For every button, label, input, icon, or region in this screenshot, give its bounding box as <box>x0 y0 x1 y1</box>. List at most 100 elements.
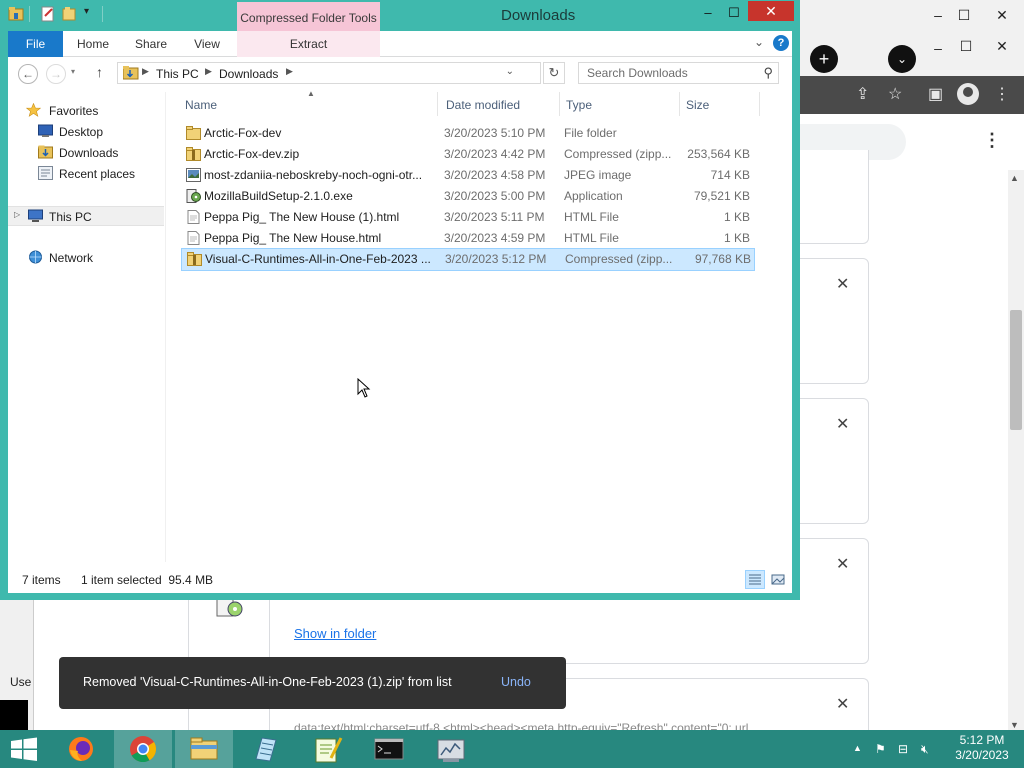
back-button[interactable]: ← <box>18 64 38 84</box>
inner-maximize-button[interactable]: ☐ <box>952 35 980 57</box>
side-panel-icon[interactable]: ▣ <box>928 84 943 104</box>
navigation-bar: ← → ▾ ↑ ▶ This PC ▶ Downloads ▶ ⌄ ↻ ⚲ <box>8 58 792 90</box>
file-row[interactable]: MozillaBuildSetup-2.1.0.exe 3/20/2023 5:… <box>181 186 755 207</box>
notepad-icon <box>255 737 277 762</box>
nav-network[interactable]: Network <box>8 248 164 268</box>
taskbar-notepad[interactable] <box>236 730 294 768</box>
nav-downloads[interactable]: Downloads <box>8 143 164 163</box>
properties-icon[interactable] <box>40 6 56 22</box>
volume-muted-icon[interactable]: 🔇︎ <box>921 742 929 757</box>
explorer-body: File Home Share View Extract ⌄ ? ← → ▾ ↑… <box>8 31 792 593</box>
scroll-up-arrow-icon[interactable]: ▲ <box>1010 173 1019 183</box>
file-row[interactable]: most-zdaniia-neboskreby-noch-ogni-otr...… <box>181 165 755 186</box>
remove-download-icon[interactable]: ✕ <box>836 694 849 714</box>
image-file-icon <box>186 168 201 182</box>
column-date-modified[interactable]: Date modified <box>446 98 520 112</box>
system-clock[interactable]: 5:12 PM 3/20/2023 <box>951 733 1013 763</box>
taskbar-server-manager[interactable] <box>422 730 480 768</box>
refresh-icon[interactable]: ↻ <box>543 62 565 84</box>
nav-favorites[interactable]: Favorites <box>8 101 164 121</box>
network-tray-icon[interactable]: ⊟ <box>898 742 908 756</box>
search-input[interactable] <box>579 63 754 83</box>
file-date: 3/20/2023 4:42 PM <box>444 147 546 161</box>
breadcrumb-this-pc[interactable]: This PC <box>156 67 199 81</box>
forward-button[interactable]: → <box>46 64 66 84</box>
background-window-text: Use <box>10 675 32 689</box>
undo-button[interactable]: Undo <box>501 675 531 689</box>
column-size[interactable]: Size <box>686 98 709 112</box>
file-row[interactable]: Peppa Pig_ The New House.html 3/20/2023 … <box>181 228 755 249</box>
expand-arrow-icon[interactable]: ▷ <box>14 210 20 219</box>
chrome-close-button[interactable]: ✕ <box>988 4 1016 26</box>
nav-this-pc[interactable]: ▷ This PC <box>8 206 164 226</box>
show-hidden-icons-icon[interactable]: ▲ <box>853 743 862 753</box>
tab-extract[interactable]: Extract <box>237 31 380 57</box>
profile-avatar-icon[interactable] <box>957 83 979 105</box>
up-arrow-icon[interactable]: ↑ <box>96 64 103 80</box>
breadcrumb-chevron-icon[interactable]: ▶ <box>286 66 293 77</box>
chrome-menu-icon[interactable]: ⋮ <box>994 84 1010 104</box>
sort-ascending-icon: ▲ <box>307 89 315 98</box>
breadcrumb-chevron-icon[interactable]: ▶ <box>205 66 212 77</box>
recent-locations-icon[interactable]: ▾ <box>71 67 75 76</box>
taskbar-file-explorer[interactable] <box>175 730 233 768</box>
nav-desktop[interactable]: Desktop <box>8 122 164 142</box>
file-row[interactable]: Arctic-Fox-dev 3/20/2023 5:10 PM File fo… <box>181 123 755 144</box>
file-row-selected[interactable]: Visual-C-Runtimes-All-in-One-Feb-2023 ..… <box>181 248 755 271</box>
inner-minimize-button[interactable]: – <box>924 37 952 59</box>
inner-close-button[interactable]: ✕ <box>988 35 1016 57</box>
chrome-minimize-button[interactable]: – <box>924 4 952 26</box>
file-row[interactable]: Peppa Pig_ The New House (1).html 3/20/2… <box>181 207 755 228</box>
help-icon[interactable]: ? <box>773 35 789 51</box>
search-box[interactable]: ⚲ <box>578 62 779 84</box>
nav-recent-places[interactable]: Recent places <box>8 164 164 184</box>
search-icon[interactable]: ⚲ <box>763 65 773 81</box>
remove-download-icon[interactable]: ✕ <box>836 274 849 294</box>
tab-view[interactable]: View <box>182 31 232 57</box>
tab-home[interactable]: Home <box>68 31 118 57</box>
server-manager-icon <box>437 739 465 762</box>
computer-icon <box>28 209 43 222</box>
file-row[interactable]: Arctic-Fox-dev.zip 3/20/2023 4:42 PM Com… <box>181 144 755 165</box>
show-in-folder-link[interactable]: Show in folder <box>294 626 376 641</box>
explorer-titlebar[interactable]: ▾ Compressed Folder Tools Downloads – ☐ … <box>0 0 800 32</box>
new-folder-icon[interactable] <box>62 6 78 22</box>
chrome-maximize-button[interactable]: ☐ <box>950 4 978 26</box>
close-button[interactable]: ✕ <box>748 1 794 21</box>
tab-file[interactable]: File <box>8 31 63 57</box>
scroll-down-arrow-icon[interactable]: ▼ <box>1010 720 1019 730</box>
taskbar-chrome[interactable] <box>114 730 172 768</box>
page-scrollbar[interactable] <box>1008 170 1024 734</box>
file-date: 3/20/2023 5:10 PM <box>444 126 546 140</box>
expand-ribbon-icon[interactable]: ⌄ <box>754 35 764 49</box>
start-button[interactable] <box>0 730 48 768</box>
details-view-icon[interactable] <box>745 570 765 589</box>
maximize-button[interactable]: ☐ <box>724 3 744 23</box>
remove-download-icon[interactable]: ✕ <box>836 414 849 434</box>
address-dropdown-icon[interactable]: ⌄ <box>506 66 514 77</box>
breadcrumb-downloads[interactable]: Downloads <box>219 67 278 81</box>
taskbar-command-prompt[interactable] <box>360 730 418 768</box>
action-center-flag-icon[interactable]: ⚑ <box>875 742 886 756</box>
bookmark-star-icon[interactable]: ☆ <box>888 84 902 104</box>
remove-download-icon[interactable]: ✕ <box>836 554 849 574</box>
installer-icon <box>186 189 201 203</box>
address-bar[interactable]: ▶ This PC ▶ Downloads ▶ ⌄ <box>117 62 541 84</box>
taskbar-notepad-plus-plus[interactable] <box>298 730 356 768</box>
zip-folder-icon <box>187 252 202 266</box>
page-scrollbar-thumb[interactable] <box>1010 310 1022 430</box>
column-name[interactable]: Name <box>185 98 217 112</box>
column-type[interactable]: Type <box>566 98 592 112</box>
tab-search-button[interactable]: ⌄ <box>888 45 916 73</box>
taskbar-firefox[interactable] <box>52 730 110 768</box>
customize-toolbar-icon[interactable]: ▾ <box>84 6 89 17</box>
share-icon[interactable]: ⇪ <box>856 84 869 104</box>
tab-share[interactable]: Share <box>126 31 176 57</box>
breadcrumb-chevron-icon[interactable]: ▶ <box>142 66 149 77</box>
new-tab-button[interactable]: + <box>810 45 838 73</box>
large-icons-view-icon[interactable] <box>768 570 788 589</box>
minimize-button[interactable]: – <box>698 3 718 23</box>
file-type: File folder <box>564 126 617 140</box>
downloads-menu-icon[interactable]: ⋮ <box>983 130 1001 151</box>
explorer-app-icon[interactable] <box>8 6 24 22</box>
